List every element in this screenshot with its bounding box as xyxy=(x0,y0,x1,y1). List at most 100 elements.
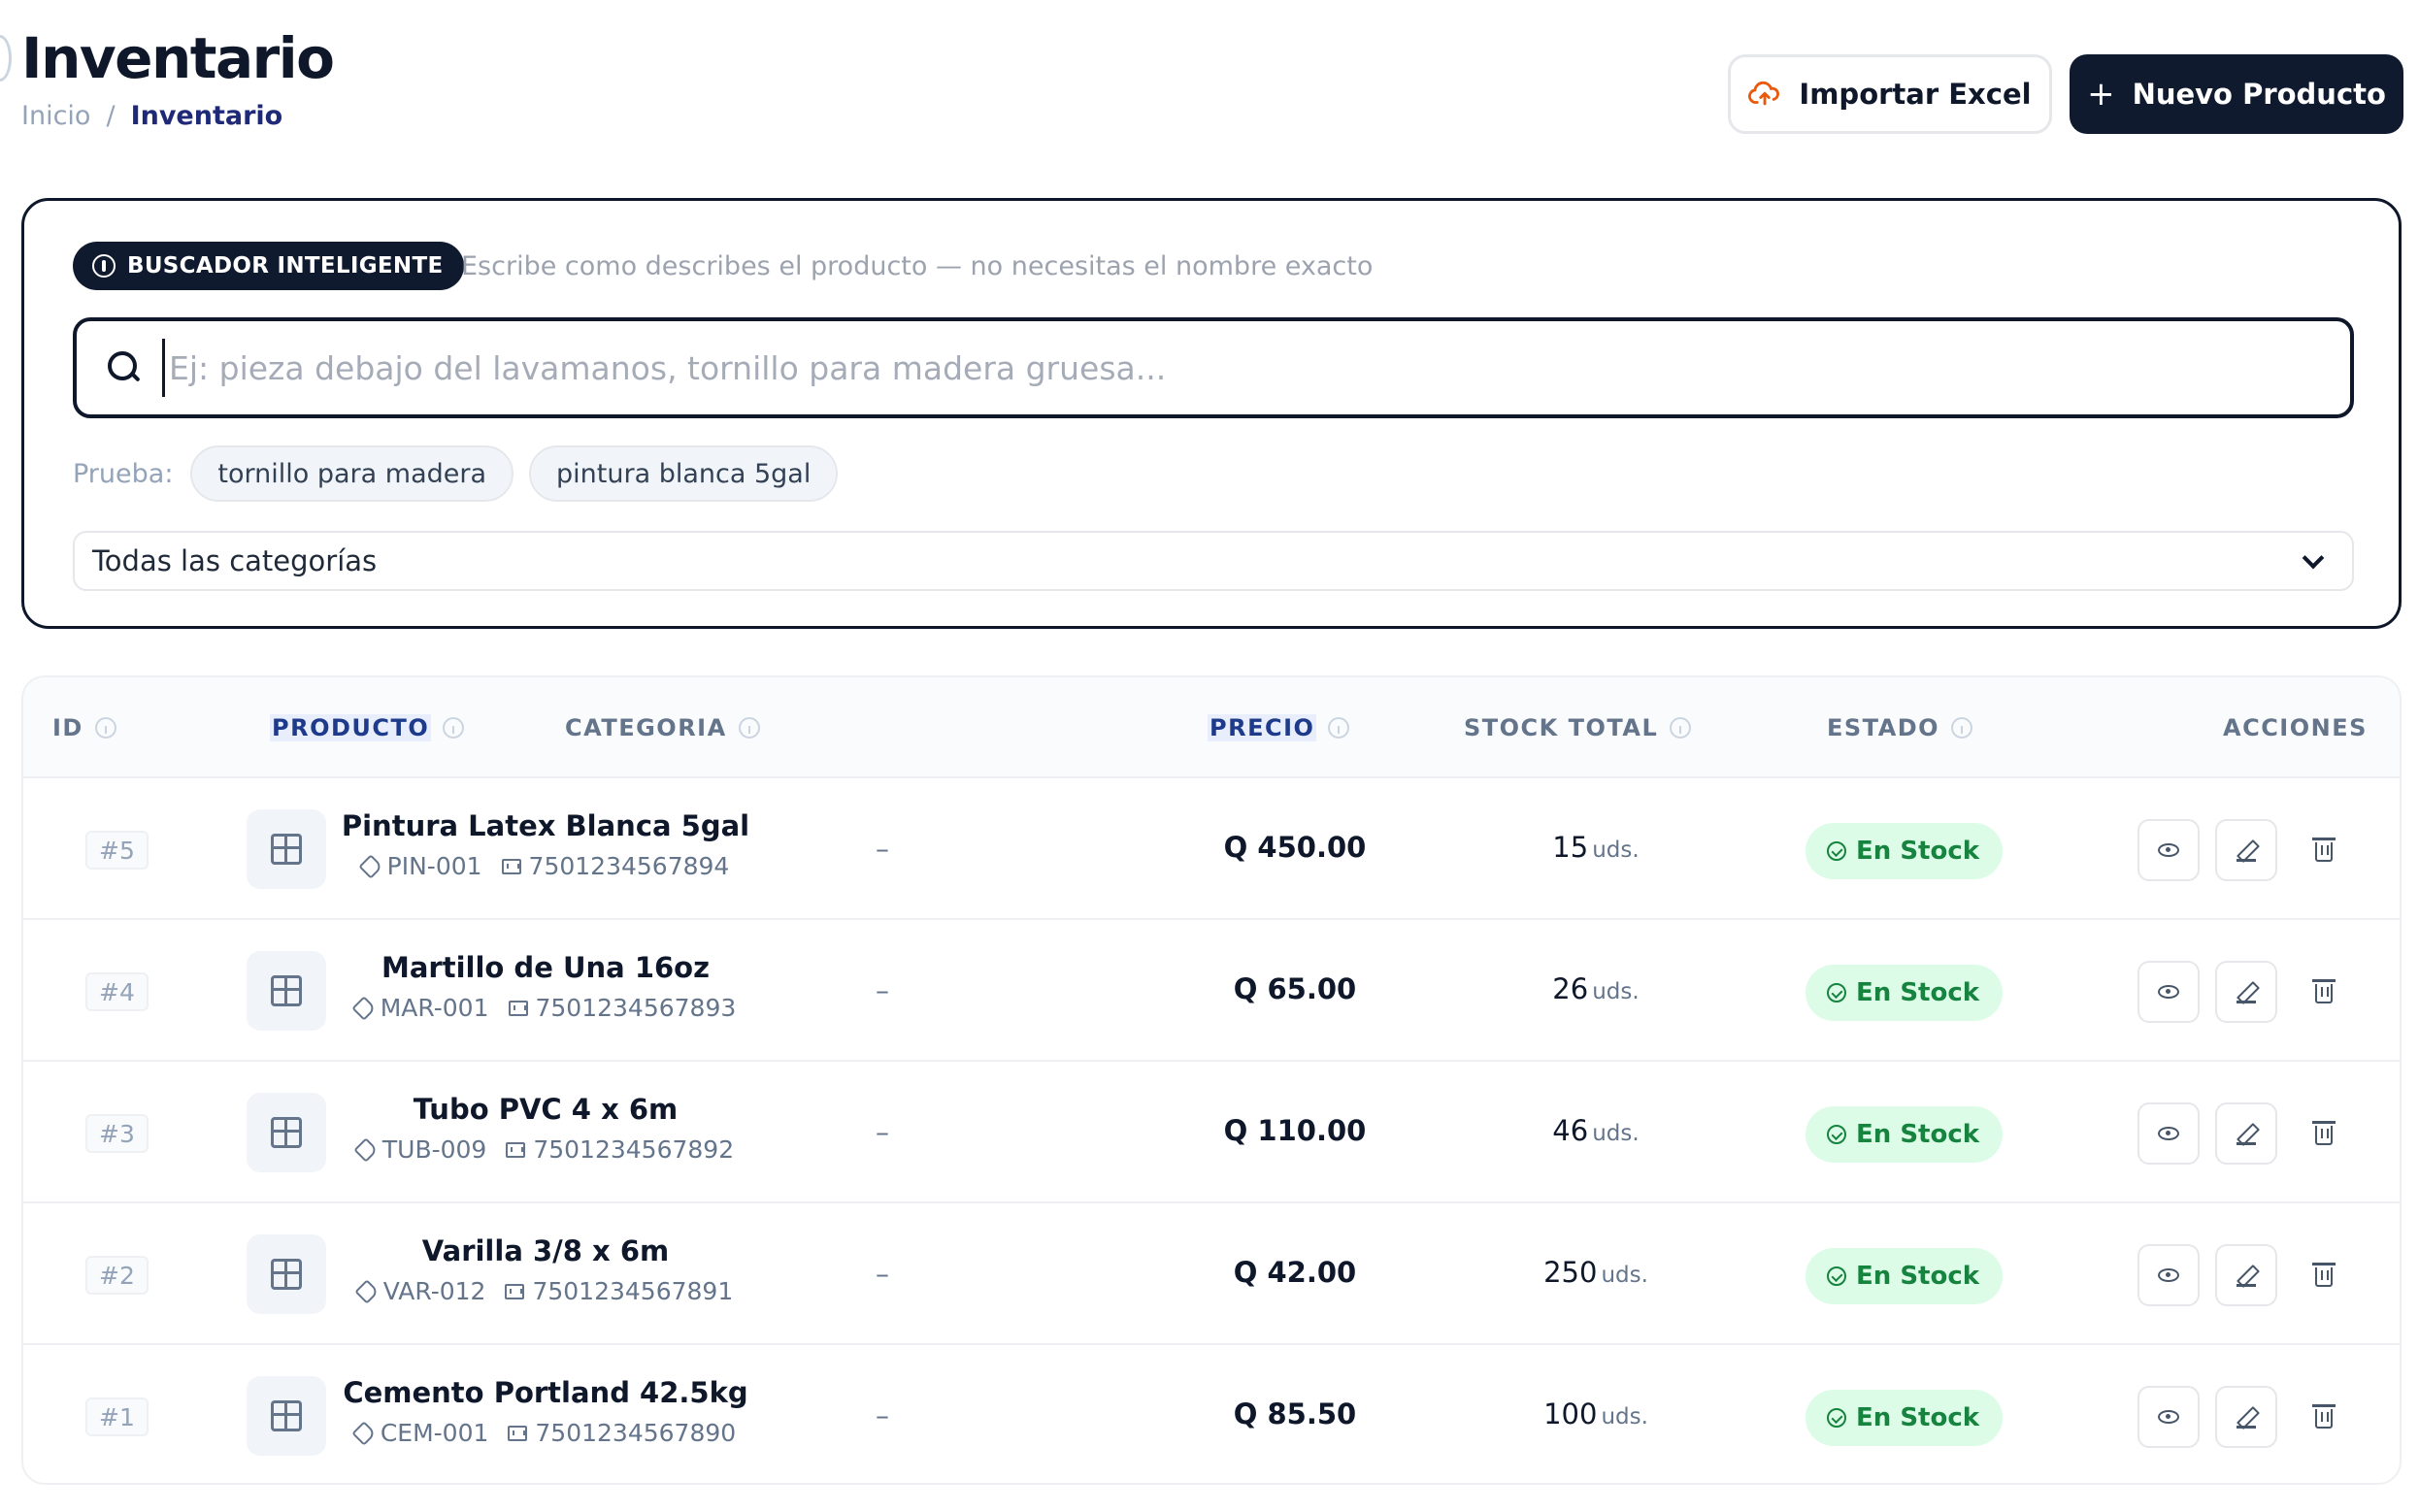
info-icon[interactable] xyxy=(94,717,116,739)
trash-icon xyxy=(2312,838,2336,862)
product-stock: 100 uds. xyxy=(1450,1397,1741,1430)
tag-icon xyxy=(353,1136,379,1163)
product-name[interactable]: Varilla 3/8 x 6m xyxy=(332,1234,759,1267)
product-category: – xyxy=(876,1399,889,1431)
product-category: – xyxy=(876,1258,889,1290)
stock-unit: uds. xyxy=(1601,1404,1648,1430)
barcode-icon xyxy=(505,1283,525,1299)
table-row[interactable]: #4 Martillo de Una 16oz MAR-001 75012345… xyxy=(23,920,2400,1062)
status-badge: En Stock xyxy=(1806,1390,2004,1446)
info-icon[interactable] xyxy=(1328,717,1350,739)
smart-search-badge-label: BUSCADOR INTELIGENTE xyxy=(127,253,444,279)
pencil-icon xyxy=(2237,1407,2256,1429)
category-select[interactable]: Todas las categorías xyxy=(73,531,2354,591)
trash-icon xyxy=(2312,1263,2336,1287)
edit-button[interactable] xyxy=(2215,1102,2277,1165)
column-header-actions-label: ACCIONES xyxy=(2223,714,2368,741)
import-excel-button[interactable]: Importar Excel xyxy=(1728,54,2052,134)
edit-button[interactable] xyxy=(2215,819,2277,881)
box-icon xyxy=(271,1400,302,1431)
tag-icon xyxy=(354,1278,380,1304)
product-id: #5 xyxy=(85,831,149,870)
plus-icon: + xyxy=(2087,75,2115,114)
stock-value: 15 xyxy=(1552,831,1589,864)
eye-icon xyxy=(2158,1410,2179,1424)
product-name[interactable]: Cemento Portland 42.5kg xyxy=(332,1376,759,1409)
box-icon xyxy=(271,975,302,1006)
view-button[interactable] xyxy=(2137,1244,2200,1306)
product-info: Tubo PVC 4 x 6m TUB-009 7501234567892 xyxy=(332,1093,759,1164)
suggestions-label: Prueba: xyxy=(73,458,174,489)
product-sku: TUB-009 xyxy=(381,1135,487,1164)
product-thumbnail xyxy=(247,951,326,1031)
column-header-price[interactable]: PRECIO xyxy=(1208,714,1350,741)
view-button[interactable] xyxy=(2137,819,2200,881)
inventory-table: ID PRODUCTO CATEGORIA PRECIO STOCK TOTAL… xyxy=(21,675,2402,1485)
search-icon xyxy=(108,351,141,384)
cloud-upload-icon xyxy=(1748,81,1780,106)
smart-search-badge: BUSCADOR INTELIGENTE xyxy=(73,242,465,290)
column-header-category[interactable]: CATEGORIA xyxy=(565,714,760,741)
delete-button[interactable] xyxy=(2293,961,2355,1023)
column-header-stock-label: STOCK TOTAL xyxy=(1464,714,1659,741)
product-thumbnail xyxy=(247,1093,326,1172)
status-label: En Stock xyxy=(1856,837,1980,866)
delete-button[interactable] xyxy=(2293,1102,2355,1165)
delete-button[interactable] xyxy=(2293,1386,2355,1448)
view-button[interactable] xyxy=(2137,1102,2200,1165)
product-stock: 15 uds. xyxy=(1450,831,1741,864)
product-sku: MAR-001 xyxy=(380,994,489,1022)
search-input[interactable] xyxy=(162,339,2350,397)
delete-button[interactable] xyxy=(2293,819,2355,881)
edit-button[interactable] xyxy=(2215,1244,2277,1306)
stock-unit: uds. xyxy=(1601,1263,1648,1288)
delete-button[interactable] xyxy=(2293,1244,2355,1306)
breadcrumb: Inicio / Inventario xyxy=(21,101,282,131)
breadcrumb-home[interactable]: Inicio xyxy=(21,101,90,131)
info-icon[interactable] xyxy=(738,717,760,739)
new-product-button[interactable]: + Nuevo Producto xyxy=(2070,54,2403,134)
product-thumbnail xyxy=(247,1376,326,1456)
table-row[interactable]: #1 Cemento Portland 42.5kg CEM-001 75012… xyxy=(23,1345,2400,1483)
info-icon[interactable] xyxy=(1670,717,1692,739)
product-meta: PIN-001 7501234567894 xyxy=(332,852,759,880)
table-row[interactable]: #3 Tubo PVC 4 x 6m TUB-009 7501234567892… xyxy=(23,1062,2400,1203)
tag-icon xyxy=(351,1420,377,1446)
check-circle-icon xyxy=(1827,1408,1846,1428)
table-row[interactable]: #5 Pintura Latex Blanca 5gal PIN-001 750… xyxy=(23,778,2400,920)
trash-icon xyxy=(2312,1121,2336,1145)
status-label: En Stock xyxy=(1856,1403,1980,1432)
pencil-icon xyxy=(2237,1265,2256,1287)
column-header-id[interactable]: ID xyxy=(52,714,116,741)
product-category: – xyxy=(876,974,889,1006)
column-header-status[interactable]: ESTADO xyxy=(1827,714,1973,741)
product-stock: 26 uds. xyxy=(1450,972,1741,1005)
product-barcode: 7501234567892 xyxy=(533,1135,735,1164)
column-header-status-label: ESTADO xyxy=(1827,714,1940,741)
check-circle-icon xyxy=(1827,841,1846,861)
search-box[interactable] xyxy=(73,317,2354,418)
info-icon[interactable] xyxy=(1951,717,1973,739)
new-product-label: Nuevo Producto xyxy=(2132,78,2386,111)
info-icon[interactable] xyxy=(443,717,465,739)
pencil-icon xyxy=(2237,982,2256,1003)
suggestion-chip[interactable]: tornillo para madera xyxy=(190,445,514,502)
import-excel-label: Importar Excel xyxy=(1799,78,2032,111)
column-header-stock[interactable]: STOCK TOTAL xyxy=(1464,714,1692,741)
breadcrumb-separator: / xyxy=(106,101,116,131)
edit-button[interactable] xyxy=(2215,961,2277,1023)
product-sku: CEM-001 xyxy=(380,1419,489,1447)
product-name[interactable]: Tubo PVC 4 x 6m xyxy=(332,1093,759,1126)
product-thumbnail xyxy=(247,1234,326,1314)
view-button[interactable] xyxy=(2137,961,2200,1023)
product-id: #1 xyxy=(85,1397,149,1436)
search-suggestions: Prueba: tornillo para madera pintura bla… xyxy=(73,445,839,502)
eye-icon xyxy=(2158,1268,2179,1282)
table-row[interactable]: #2 Varilla 3/8 x 6m VAR-012 750123456789… xyxy=(23,1203,2400,1345)
view-button[interactable] xyxy=(2137,1386,2200,1448)
column-header-product[interactable]: PRODUCTO xyxy=(270,714,465,741)
suggestion-chip[interactable]: pintura blanca 5gal xyxy=(529,445,839,502)
product-name[interactable]: Martillo de Una 16oz xyxy=(332,951,759,984)
edit-button[interactable] xyxy=(2215,1386,2277,1448)
product-name[interactable]: Pintura Latex Blanca 5gal xyxy=(332,809,759,842)
